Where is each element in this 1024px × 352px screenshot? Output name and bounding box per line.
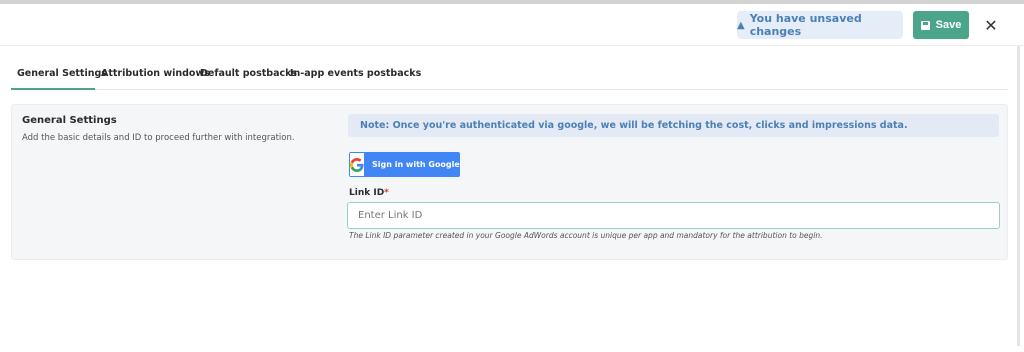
section-title: General Settings: [22, 115, 117, 126]
tab-general-settings[interactable]: General Settings: [11, 68, 107, 90]
link-id-label: Link ID*: [349, 188, 389, 198]
google-sign-in-label: Sign in with Google: [372, 160, 460, 169]
settings-tabs: General Settings Attribution windows Def…: [11, 68, 1008, 90]
google-icon: [350, 153, 364, 176]
link-id-hint: The Link ID parameter created in your Go…: [349, 231, 823, 240]
save-button[interactable]: Save: [913, 11, 969, 39]
floppy-icon: [920, 20, 930, 30]
link-id-input[interactable]: [347, 202, 1000, 229]
warning-icon: ▲: [737, 19, 745, 31]
header-bar: ▲ You have unsaved changes Save ✕: [0, 4, 1024, 46]
section-description: Add the basic details and ID to proceed …: [22, 133, 295, 143]
tab-attribution-windows[interactable]: Attribution windows: [101, 68, 210, 90]
unsaved-changes-label: You have unsaved changes: [749, 12, 862, 38]
scrollbar[interactable]: [1017, 46, 1020, 346]
close-icon[interactable]: ✕: [983, 15, 999, 35]
save-button-label: Save: [935, 19, 962, 31]
general-settings-panel: General Settings Add the basic details a…: [11, 104, 1008, 260]
required-mark: *: [384, 188, 389, 198]
link-id-label-text: Link ID: [349, 188, 385, 198]
tab-default-postbacks[interactable]: Default postbacks: [200, 68, 297, 90]
google-auth-note: Note: Once you're authenticated via goog…: [348, 114, 999, 137]
google-sign-in-button[interactable]: Sign in with Google: [349, 152, 460, 177]
unsaved-changes-badge: ▲ You have unsaved changes: [737, 11, 903, 39]
tab-in-app-events-postbacks[interactable]: In-app events postbacks: [290, 68, 421, 90]
